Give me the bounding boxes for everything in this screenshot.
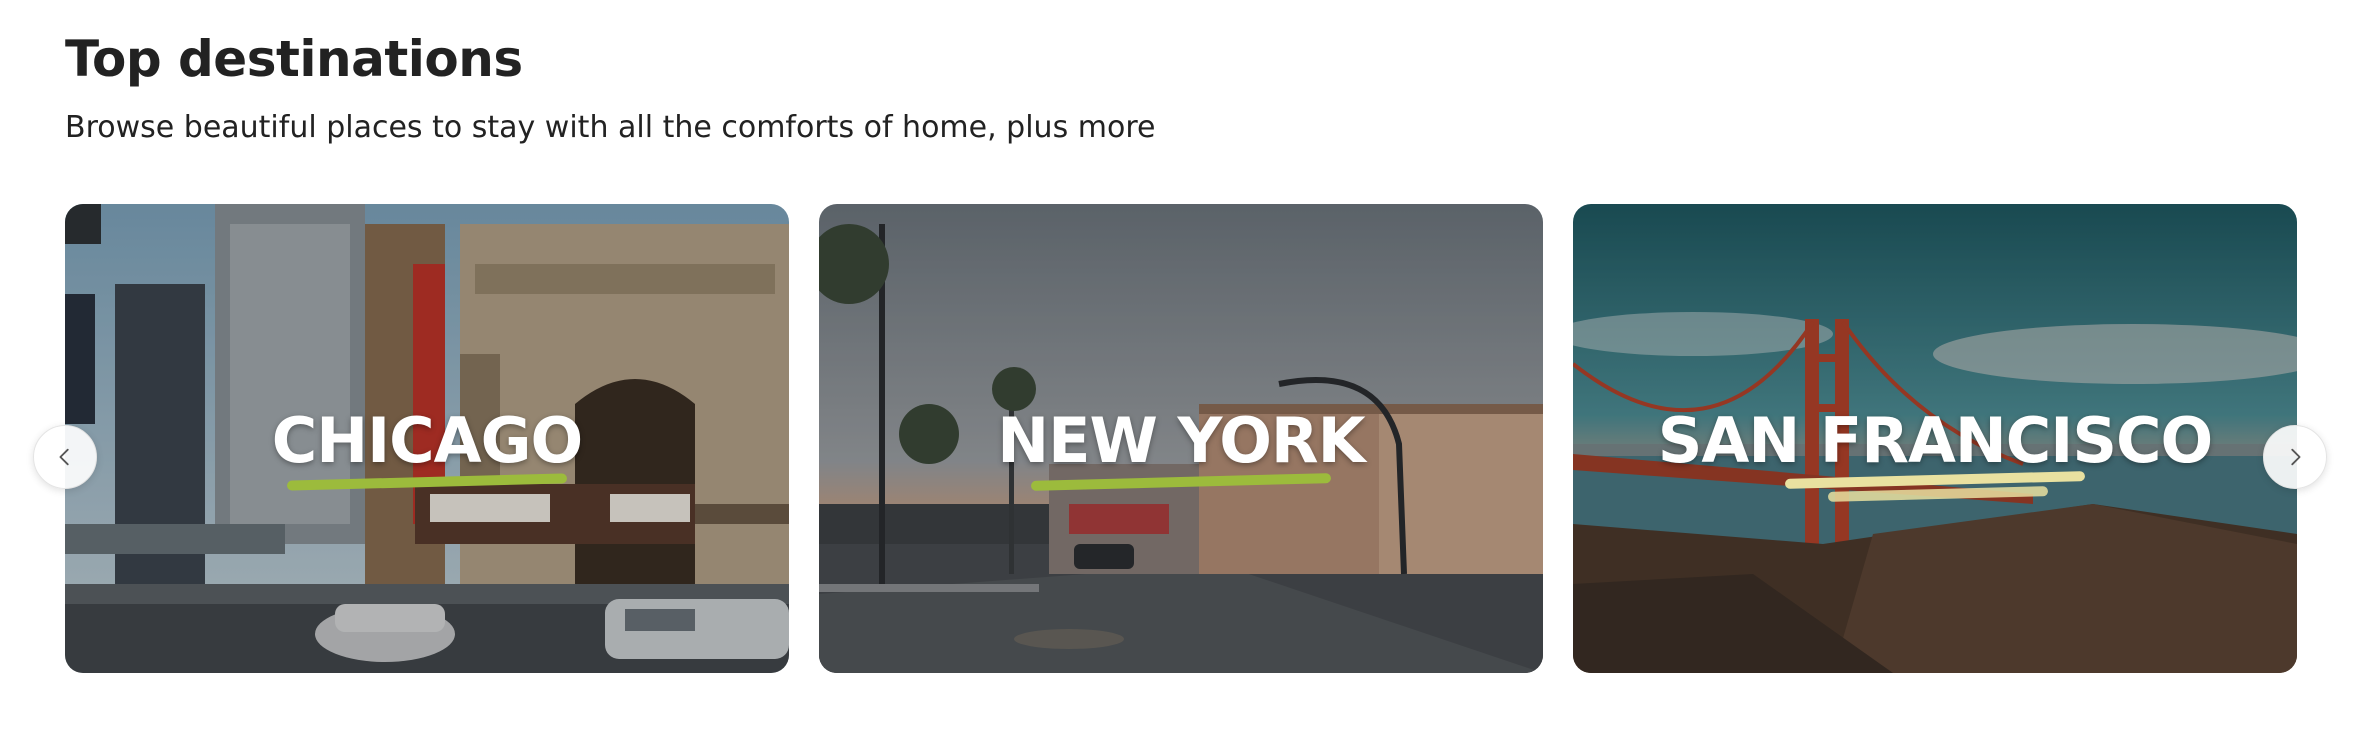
destinations-carousel: CHICAGO NEW YORK SAN FRANCISCO xyxy=(0,0,2358,754)
carousel-next-button[interactable] xyxy=(2263,425,2327,489)
carousel-prev-button[interactable] xyxy=(33,425,97,489)
destination-label: NEW YORK xyxy=(997,404,1365,477)
chevron-right-icon xyxy=(2291,448,2301,466)
destination-label: SAN FRANCISCO xyxy=(1657,404,2214,477)
destination-label: CHICAGO xyxy=(271,404,584,477)
chevron-left-icon xyxy=(59,448,69,466)
destination-card-chicago[interactable]: CHICAGO xyxy=(65,204,789,673)
destination-card-new-york[interactable]: NEW YORK xyxy=(819,204,1543,673)
destination-card-san-francisco[interactable]: SAN FRANCISCO xyxy=(1573,204,2297,673)
